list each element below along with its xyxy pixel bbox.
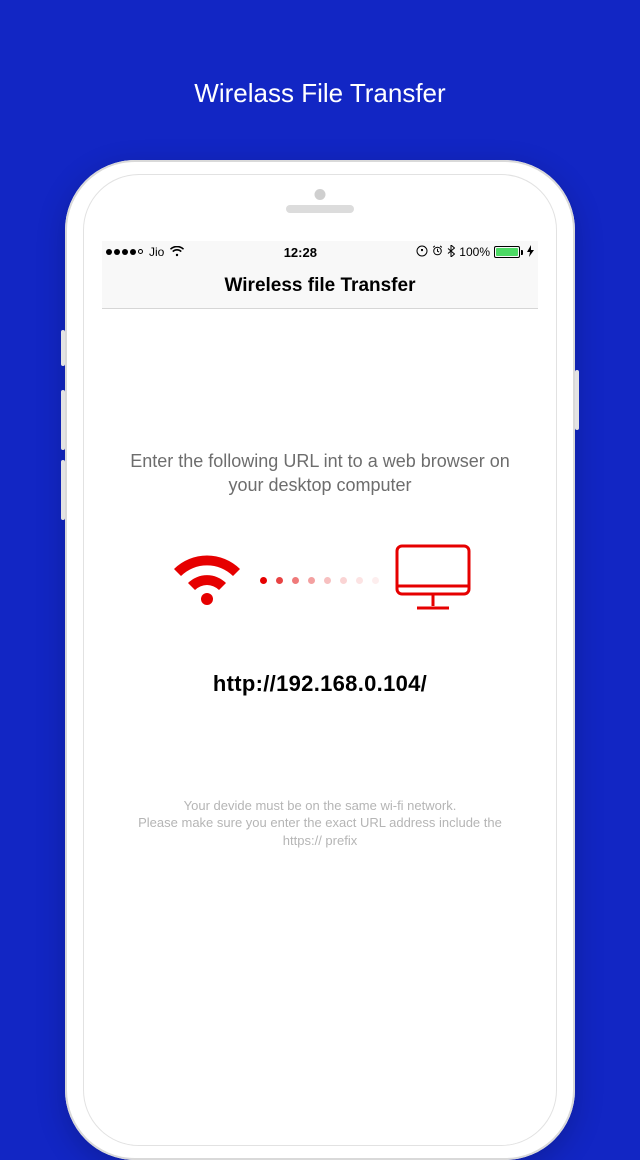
speaker-grille xyxy=(286,205,354,213)
volume-up-button xyxy=(61,390,65,450)
transfer-graphic xyxy=(124,542,516,619)
mute-switch xyxy=(61,330,65,366)
battery-percentage: 100% xyxy=(459,245,490,259)
wifi-large-icon xyxy=(168,547,246,614)
monitor-icon xyxy=(393,542,473,619)
front-camera xyxy=(315,189,326,200)
carrier-label: Jio xyxy=(149,245,164,259)
power-button xyxy=(575,370,579,430)
main-content: Enter the following URL int to a web bro… xyxy=(102,449,538,849)
charging-icon xyxy=(527,245,534,260)
server-url: http://192.168.0.104/ xyxy=(124,671,516,697)
orientation-lock-icon xyxy=(416,245,428,260)
footnote-line1: Your devide must be on the same wi-fi ne… xyxy=(124,797,516,815)
footnote: Your devide must be on the same wi-fi ne… xyxy=(124,797,516,850)
battery-icon xyxy=(494,246,523,258)
screen: Jio 12:28 100% xyxy=(102,241,538,1145)
instruction-text: Enter the following URL int to a web bro… xyxy=(124,449,516,498)
phone-frame: Jio 12:28 100% xyxy=(65,160,575,1160)
signal-strength-icon xyxy=(106,249,143,255)
nav-title: Wireless file Transfer xyxy=(225,275,416,297)
status-time: 12:28 xyxy=(184,245,416,260)
status-bar: Jio 12:28 100% xyxy=(102,241,538,263)
alarm-icon xyxy=(432,245,443,259)
nav-bar: Wireless file Transfer xyxy=(102,263,538,309)
footnote-line2: Please make sure you enter the exact URL… xyxy=(124,814,516,849)
wifi-icon xyxy=(170,245,184,260)
progress-dots xyxy=(260,577,379,584)
page-title: Wirelass File Transfer xyxy=(0,0,640,109)
volume-down-button xyxy=(61,460,65,520)
bluetooth-icon xyxy=(447,245,455,260)
